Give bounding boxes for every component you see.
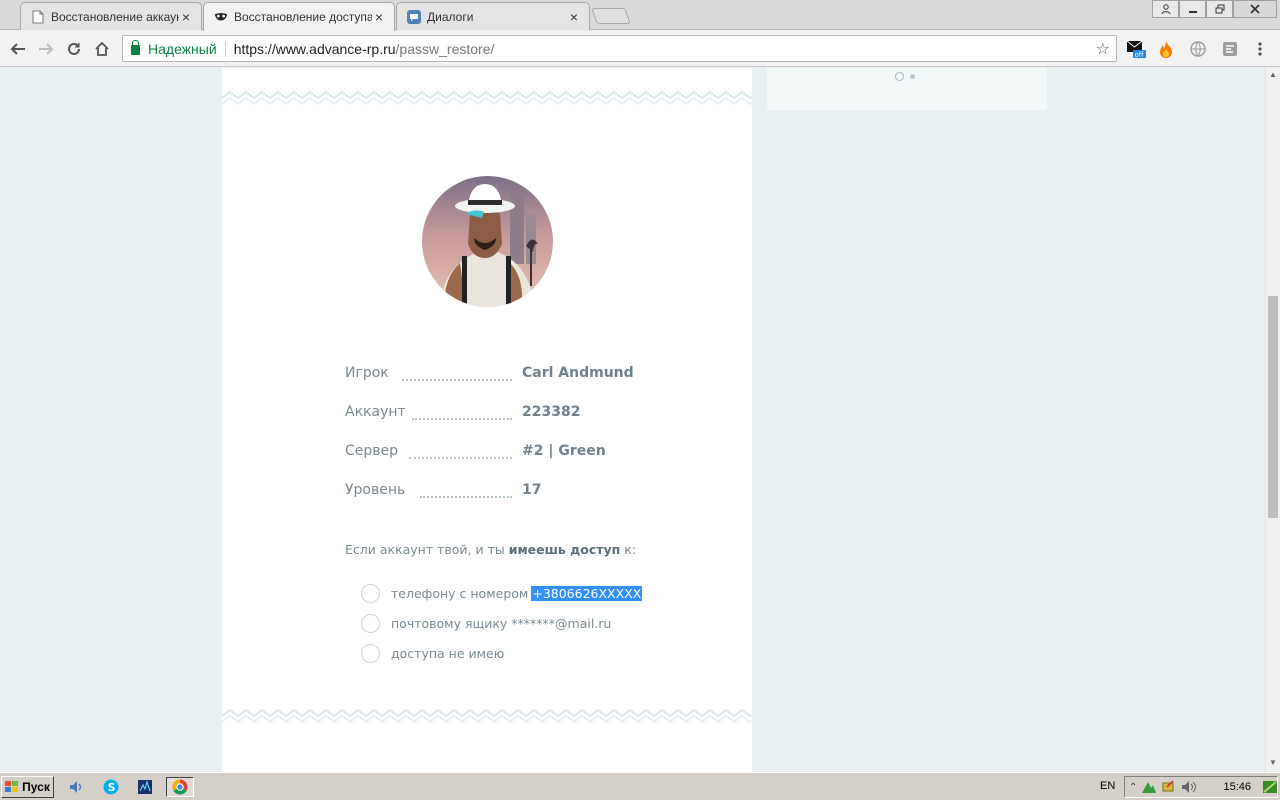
page-content: Игрок Carl Andmund Аккаунт 223382 Сервер…: [0, 68, 1265, 772]
restore-card: Игрок Carl Andmund Аккаунт 223382 Сервер…: [222, 68, 752, 772]
tab-account-restore[interactable]: Восстановление аккаунто ×: [20, 2, 202, 30]
dotted-leader: [420, 496, 512, 498]
minimize-icon[interactable]: [1179, 0, 1206, 18]
scroll-thumb[interactable]: [1268, 296, 1278, 518]
mask-icon: [214, 10, 228, 24]
radio-no-access[interactable]: [361, 643, 380, 663]
menu-kebab-icon[interactable]: [1250, 39, 1270, 59]
page-icon: [31, 10, 45, 24]
home-icon[interactable]: [90, 37, 114, 61]
close-icon[interactable]: ×: [567, 10, 581, 24]
globe-icon[interactable]: [1188, 39, 1208, 59]
option-label: телефону с номером: [391, 585, 529, 601]
bookmark-star-icon[interactable]: ☆: [1096, 39, 1110, 59]
restore-icon[interactable]: [1206, 0, 1233, 18]
phone-number-selected: +3806626XXXXX: [531, 585, 643, 601]
close-icon[interactable]: ×: [179, 10, 193, 24]
info-label: Игрок: [345, 365, 389, 381]
tab-access-restore[interactable]: Восстановление доступа | ×: [203, 2, 395, 31]
flame-icon[interactable]: [1156, 39, 1176, 59]
back-arrow-icon[interactable]: [6, 37, 30, 61]
tab-title: Диалоги: [427, 9, 474, 24]
option-no-access[interactable]: доступа не имею: [361, 642, 504, 664]
radio-phone[interactable]: [361, 583, 380, 603]
carousel-dot[interactable]: [910, 74, 915, 79]
svg-text:off: off: [1135, 51, 1144, 59]
dotted-leader: [402, 379, 512, 381]
network-icon[interactable]: [1141, 780, 1157, 794]
info-label: Сервер: [345, 443, 399, 459]
tab-title: Восстановление аккаунто: [51, 9, 179, 24]
new-tab-button[interactable]: [591, 8, 631, 24]
carousel-dot-active[interactable]: [895, 72, 904, 81]
url-path: /passw_restore/: [395, 40, 495, 57]
radio-email[interactable]: [361, 613, 380, 633]
zigzag-divider-bottom: [222, 709, 752, 723]
chrome-taskbar-icon[interactable]: [166, 777, 194, 797]
monitor-app-icon[interactable]: [134, 777, 156, 797]
dotted-leader: [412, 418, 512, 420]
question-prefix: Если аккаунт твой, и ты: [345, 542, 509, 557]
page-scrollbar[interactable]: ▲ ▼: [1265, 68, 1280, 772]
option-label: доступа не имею: [391, 645, 505, 661]
address-bar[interactable]: Надежный https://www.advance-rp.ru/passw…: [122, 35, 1117, 62]
user-icon[interactable]: [1152, 0, 1179, 18]
secure-label: Надежный: [148, 40, 217, 57]
access-question: Если аккаунт твой, и ты имеешь доступ к:: [345, 542, 636, 557]
tab-strip: Восстановление аккаунто × Восстановление…: [0, 0, 1280, 31]
system-tray: ⌃ 15:46: [1124, 776, 1278, 798]
info-label: Аккаунт: [345, 404, 406, 420]
show-desktop-icon[interactable]: [1263, 781, 1277, 793]
forward-arrow-icon[interactable]: [34, 37, 58, 61]
question-suffix: к:: [620, 542, 637, 557]
start-button[interactable]: Пуск: [1, 776, 54, 798]
info-value: 17: [522, 482, 542, 498]
info-value: Carl Andmund: [522, 365, 634, 381]
url-host: https://www.advance-rp.ru: [233, 40, 396, 57]
speaker-app-icon[interactable]: [66, 777, 88, 797]
windows-logo-icon: [5, 781, 19, 792]
option-label: почтовому ящику *******@mail.ru: [391, 615, 612, 631]
close-window-icon[interactable]: [1233, 0, 1277, 18]
close-icon[interactable]: ×: [372, 10, 386, 24]
question-bold: имеешь доступ: [508, 542, 621, 557]
dotted-leader: [409, 457, 512, 459]
safely-remove-icon[interactable]: [1161, 780, 1177, 794]
skype-icon[interactable]: S: [100, 777, 122, 797]
browser-toolbar: Надежный https://www.advance-rp.ru/passw…: [0, 31, 1280, 67]
taskbar: Пуск S EN ⌃ 15:46: [0, 772, 1280, 800]
info-value: #2 | Green: [522, 443, 606, 459]
scroll-down-icon[interactable]: ▼: [1268, 758, 1278, 768]
zigzag-divider-top: [222, 91, 752, 105]
mail-off-icon[interactable]: off: [1126, 39, 1146, 59]
puzzle-icon[interactable]: [1220, 39, 1240, 59]
option-email[interactable]: почтовому ящику *******@mail.ru: [361, 612, 611, 634]
chat-bubble-icon: [407, 9, 421, 24]
start-label: Пуск: [22, 780, 50, 794]
clock[interactable]: 15:46: [1223, 781, 1251, 793]
info-value: 223382: [522, 404, 581, 420]
avatar: [422, 176, 553, 307]
tray-expand-icon[interactable]: ⌃: [1129, 782, 1137, 793]
language-indicator[interactable]: EN: [1100, 780, 1115, 792]
lock-icon: [131, 40, 140, 55]
tab-title: Восстановление доступа |: [234, 10, 372, 24]
reload-icon[interactable]: [62, 37, 86, 61]
divider: [224, 40, 226, 57]
info-label: Уровень: [345, 482, 406, 498]
window-controls: [1152, 0, 1277, 18]
carousel-dots: [895, 72, 915, 81]
side-panel: [767, 68, 1047, 110]
scroll-up-icon[interactable]: ▲: [1268, 70, 1278, 80]
tab-dialogs[interactable]: Диалоги ×: [396, 2, 590, 30]
volume-icon[interactable]: [1181, 780, 1197, 794]
option-phone[interactable]: телефону с номером +3806626XXXXX: [361, 582, 643, 604]
svg-text:S: S: [108, 781, 116, 794]
